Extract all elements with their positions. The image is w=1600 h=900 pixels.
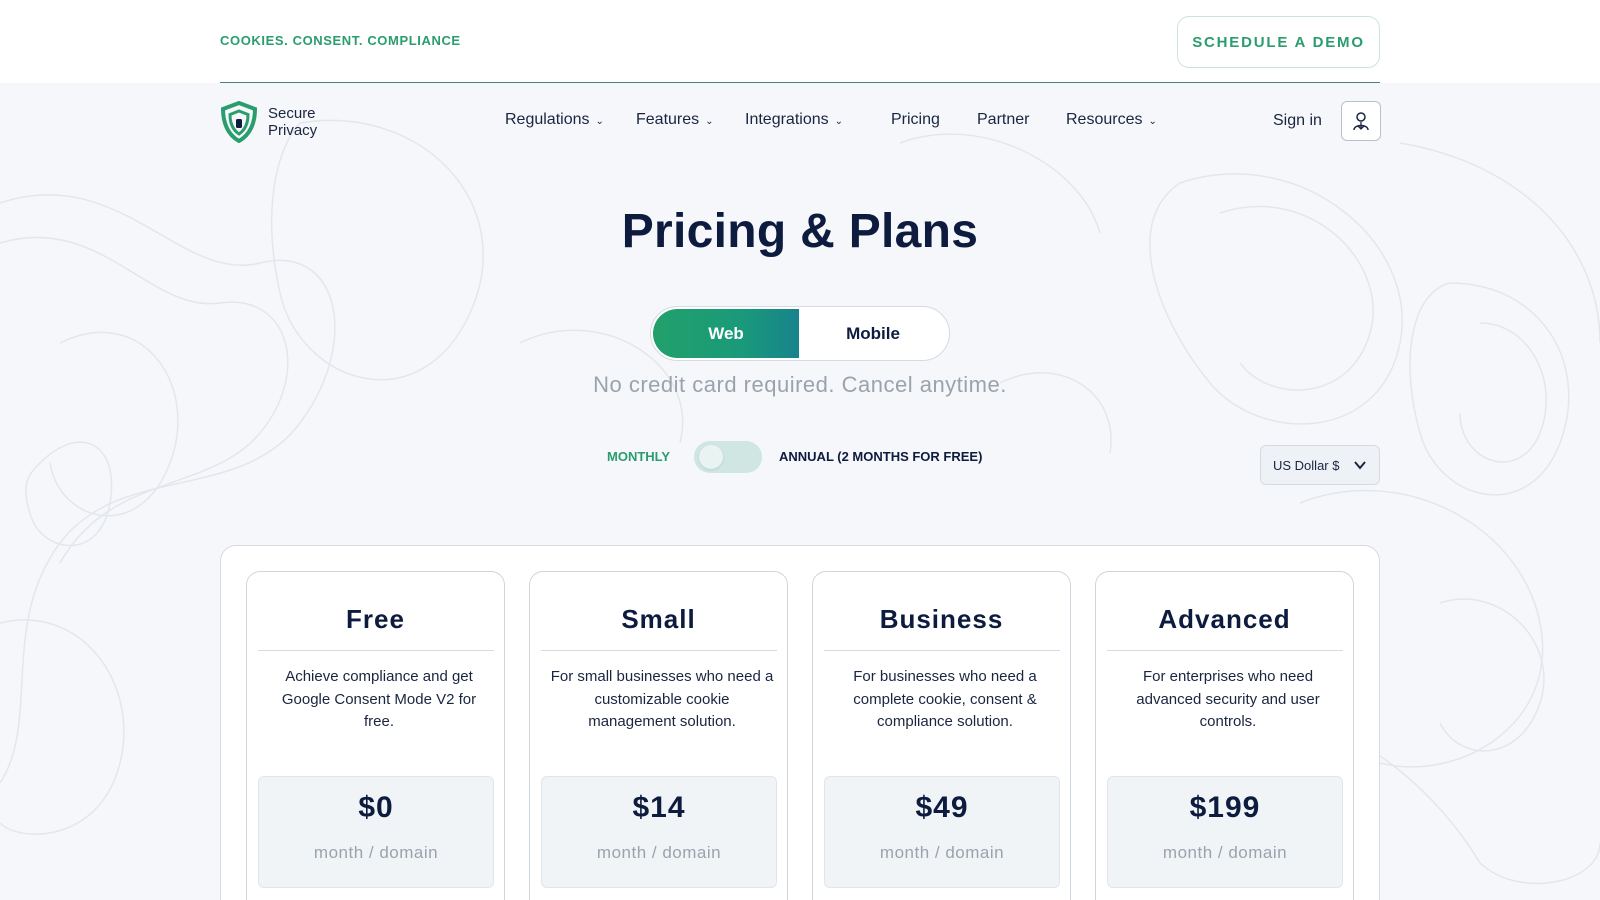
plan-price: $199	[1189, 791, 1261, 824]
plan-price: $0	[358, 791, 394, 824]
price-box: $49 month / domain	[824, 776, 1060, 888]
user-icon	[1353, 112, 1369, 131]
plan-card-free[interactable]: Free Achieve compliance and get Google C…	[246, 571, 505, 900]
plan-name: Advanced	[1158, 604, 1291, 634]
chevron-down-icon: ⌄	[834, 115, 843, 127]
price-box: $199 month / domain	[1107, 776, 1343, 888]
divider	[258, 650, 494, 651]
schedule-demo-button[interactable]: SCHEDULE A DEMO	[1177, 16, 1380, 68]
subtitle: No credit card required. Cancel anytime.	[593, 372, 1007, 397]
chevron-down-icon: ⌄	[1148, 115, 1157, 127]
tagline: COOKIES. CONSENT. COMPLIANCE	[220, 33, 461, 48]
shield-logo-icon	[220, 101, 258, 143]
chevron-down-icon	[1354, 461, 1366, 470]
brand-line-1: Secure	[268, 105, 316, 122]
account-button[interactable]	[1341, 101, 1381, 141]
chevron-down-icon: ⌄	[705, 115, 714, 127]
nav-item-label: Pricing	[891, 111, 940, 128]
divider	[824, 650, 1060, 651]
plan-period: month / domain	[313, 843, 439, 862]
nav-item-label: Resources	[1066, 111, 1143, 128]
plan-price: $49	[915, 791, 969, 824]
nav-item-pricing[interactable]: Pricing	[891, 111, 940, 129]
currency-value: US Dollar $	[1273, 457, 1340, 473]
plan-card-business[interactable]: Business For businesses who need a compl…	[812, 571, 1071, 900]
divider	[541, 650, 777, 651]
monthly-label[interactable]: MONTHLY	[607, 449, 670, 464]
nav-item-label: Integrations	[745, 111, 829, 128]
plan-description: For businesses who need a complete cooki…	[853, 668, 1037, 730]
nav-item-integrations[interactable]: Integrations ⌄	[745, 111, 843, 129]
plan-card-small[interactable]: Small For small businesses who need a cu…	[529, 571, 788, 900]
plan-period: month / domain	[1162, 843, 1288, 862]
price-box: $0 month / domain	[258, 776, 494, 888]
currency-select[interactable]: US Dollar $	[1260, 445, 1380, 485]
platform-switch: Web Mobile	[650, 306, 950, 361]
plan-name: Small	[621, 604, 696, 634]
plan-price: $14	[632, 791, 686, 824]
plan-description: For enterprises who need advanced securi…	[1136, 668, 1320, 730]
nav-item-regulations[interactable]: Regulations ⌄	[505, 111, 604, 129]
chevron-down-icon: ⌄	[595, 115, 604, 127]
logo[interactable]: Secure Privacy	[220, 101, 317, 143]
nav-item-features[interactable]: Features ⌄	[636, 111, 714, 129]
top-banner: COOKIES. CONSENT. COMPLIANCE SCHEDULE A …	[0, 0, 1600, 83]
toggle-knob	[699, 445, 723, 469]
main-nav: Secure Privacy Regulations ⌄ Features ⌄ …	[0, 83, 1600, 163]
plan-period: month / domain	[879, 843, 1005, 862]
nav-item-resources[interactable]: Resources ⌄	[1066, 111, 1157, 129]
plan-description: For small businesses who need a customiz…	[550, 668, 774, 730]
plan-card-advanced[interactable]: Advanced For enterprises who need advanc…	[1095, 571, 1354, 900]
nav-item-label: Regulations	[505, 111, 590, 128]
plan-period: month / domain	[596, 843, 722, 862]
plans-container: Free Achieve compliance and get Google C…	[220, 545, 1380, 900]
sign-in-link[interactable]: Sign in	[1273, 112, 1322, 130]
tab-web[interactable]: Web	[653, 309, 799, 358]
brand-line-2: Privacy	[268, 122, 318, 139]
plan-description: Achieve compliance and get Google Consen…	[281, 668, 477, 730]
tab-mobile[interactable]: Mobile	[799, 309, 947, 358]
annual-label[interactable]: ANNUAL (2 MONTHS FOR FREE)	[779, 449, 982, 464]
nav-item-label: Features	[636, 111, 700, 128]
price-box: $14 month / domain	[541, 776, 777, 888]
plan-name: Business	[879, 604, 1004, 634]
divider	[1107, 650, 1343, 651]
nav-item-partner[interactable]: Partner	[977, 111, 1029, 129]
billing-toggle[interactable]	[694, 441, 762, 473]
page-title: Pricing & Plans	[621, 205, 979, 258]
nav-item-label: Partner	[977, 111, 1030, 128]
plan-name: Free	[346, 604, 405, 634]
